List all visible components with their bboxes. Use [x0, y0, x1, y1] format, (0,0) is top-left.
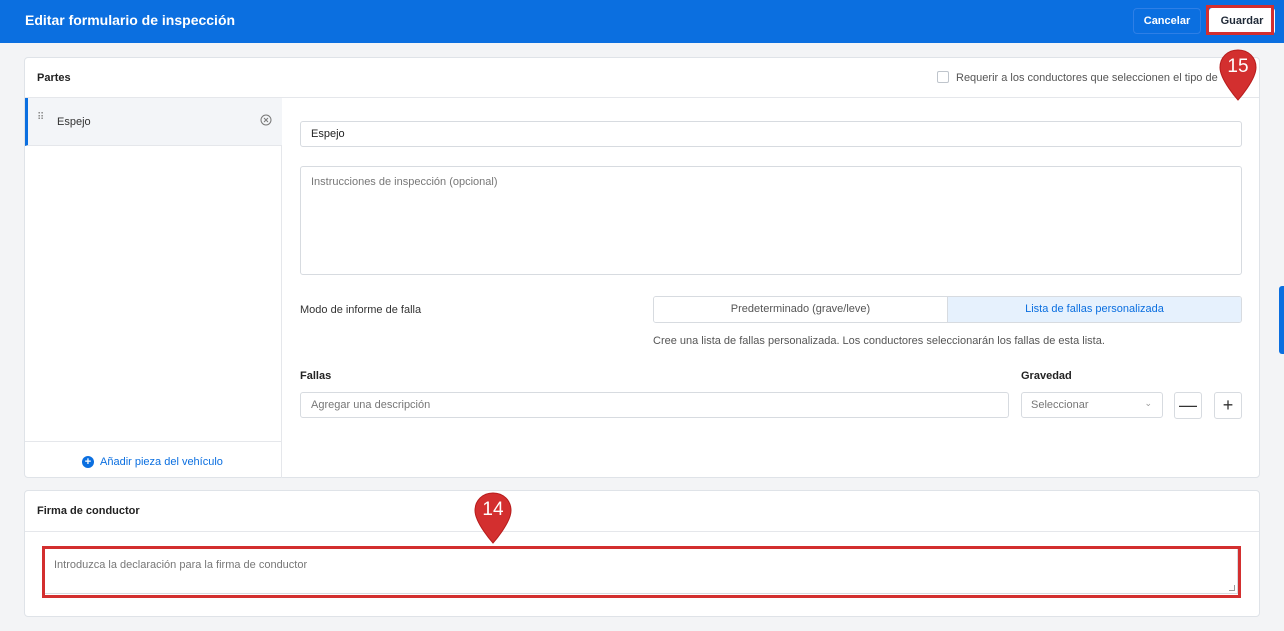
fault-description-input[interactable]: Agregar una descripción	[300, 392, 1009, 418]
app-header: Editar formulario de inspección Cancelar…	[0, 0, 1284, 43]
add-part-divider	[25, 441, 281, 442]
part-list-item[interactable]: ⠿ Espejo	[25, 98, 282, 146]
add-part-button[interactable]: + Añadir pieza del vehículo	[82, 455, 223, 469]
require-type-label: Requerir a los conductores que seleccion…	[956, 72, 1218, 84]
plus-icon: +	[1222, 395, 1234, 415]
signature-highlight-box	[42, 546, 1241, 598]
plus-circle-icon: +	[82, 456, 94, 468]
remove-circle-icon[interactable]	[260, 114, 272, 126]
side-panel-tab[interactable]	[1279, 286, 1284, 354]
mode-default-option[interactable]: Predeterminado (grave/leve)	[654, 297, 947, 322]
instructions-textarea[interactable]: Instrucciones de inspección (opcional)	[300, 166, 1242, 275]
faults-heading: Fallas	[300, 370, 332, 382]
chevron-down-icon: ⌄	[1144, 398, 1152, 408]
callout-number: 14	[482, 499, 504, 520]
callout-marker-14: 14	[473, 491, 513, 545]
add-part-label: Añadir pieza del vehículo	[100, 456, 223, 468]
signature-title: Firma de conductor	[37, 505, 140, 517]
mode-custom-option[interactable]: Lista de fallas personalizada	[947, 297, 1241, 322]
remove-fault-button[interactable]: —	[1174, 392, 1202, 419]
fault-mode-label: Modo de informe de falla	[300, 304, 422, 316]
require-type-checkbox[interactable]	[937, 71, 949, 83]
add-fault-button[interactable]: +	[1214, 392, 1242, 419]
part-item-label: Espejo	[57, 116, 91, 128]
callout-marker-15: 15	[1218, 48, 1258, 102]
drag-handle-icon[interactable]: ⠿	[37, 113, 47, 127]
severity-select[interactable]: Seleccionar ⌄	[1021, 392, 1163, 418]
save-highlight-box	[1206, 5, 1274, 35]
cancel-button[interactable]: Cancelar	[1133, 8, 1201, 34]
parts-card: Partes Requerir a los conductores que se…	[24, 57, 1260, 478]
part-name-input[interactable]: Espejo	[300, 121, 1242, 147]
fault-mode-help: Cree una lista de fallas personalizada. …	[653, 335, 1105, 347]
parts-title: Partes	[37, 72, 71, 84]
page-title: Editar formulario de inspección	[25, 12, 236, 28]
callout-number: 15	[1227, 56, 1249, 77]
severity-select-value: Seleccionar	[1031, 399, 1089, 411]
signature-header-divider	[25, 531, 1259, 532]
minus-icon: —	[1179, 395, 1197, 415]
fault-mode-toggle: Predeterminado (grave/leve) Lista de fal…	[653, 296, 1242, 323]
severity-heading: Gravedad	[1021, 370, 1072, 382]
parts-list-panel: ⠿ Espejo + Añadir pieza del vehículo	[25, 98, 282, 478]
